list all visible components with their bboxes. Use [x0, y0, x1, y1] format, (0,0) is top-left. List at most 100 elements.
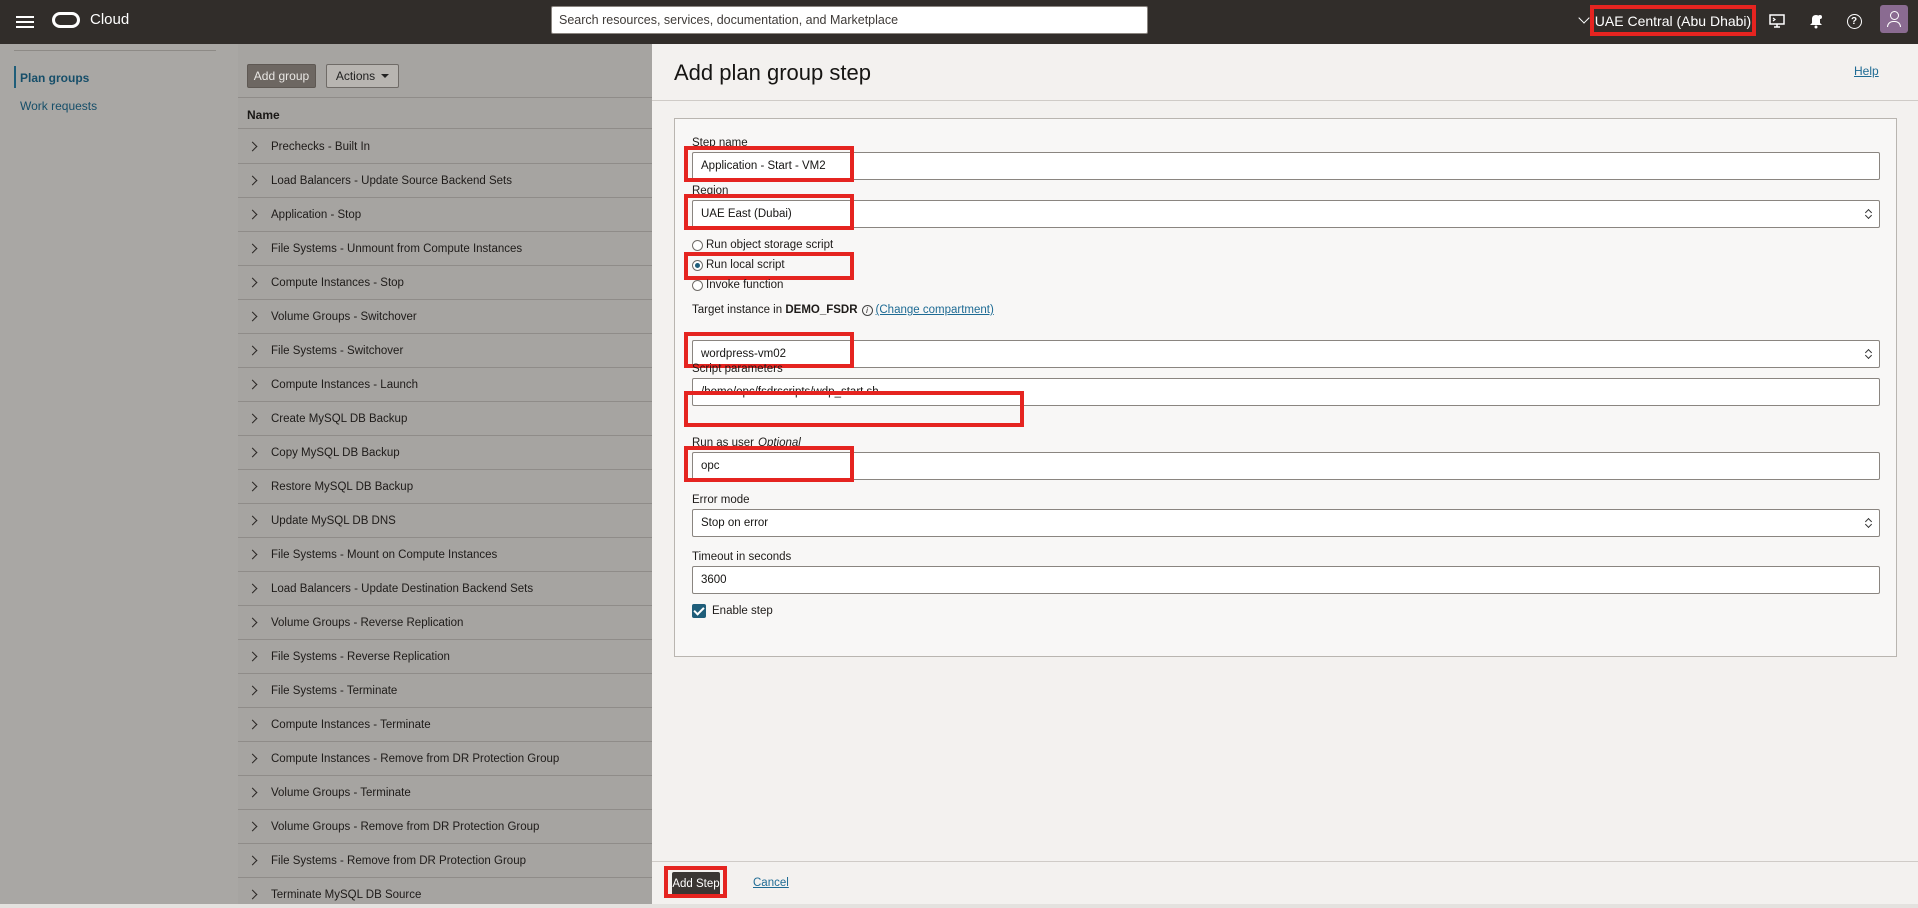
table-row[interactable]: Volume Groups - Terminate — [238, 776, 652, 810]
menu-icon[interactable] — [16, 13, 34, 31]
table-row[interactable]: Prechecks - Built In — [238, 130, 652, 164]
oracle-cloud-logo[interactable]: Cloud — [52, 11, 129, 28]
step-form: Step name Application - Start - VM2 Regi… — [674, 118, 1897, 657]
table-row[interactable]: Volume Groups - Remove from DR Protectio… — [238, 810, 652, 844]
search-input[interactable]: Search resources, services, documentatio… — [551, 6, 1148, 34]
enable-step-checkbox[interactable]: Enable step — [692, 604, 773, 618]
table-row[interactable]: Compute Instances - Remove from DR Prote… — [238, 742, 652, 776]
cloud-shell-icon[interactable] — [1767, 11, 1787, 31]
table-row[interactable]: File Systems - Terminate — [238, 674, 652, 708]
target-label-prefix: Target instance in — [692, 304, 783, 316]
row-name: Restore MySQL DB Backup — [271, 480, 414, 493]
table-row[interactable]: Compute Instances - Launch — [238, 368, 652, 402]
chevron-right-icon[interactable] — [247, 345, 258, 356]
help-icon[interactable]: ? — [1844, 11, 1864, 31]
radio-invoke-function[interactable]: Invoke function — [692, 279, 783, 291]
table-row[interactable]: Application - Stop — [238, 198, 652, 232]
info-icon[interactable]: i — [861, 305, 873, 316]
checkbox-checked-icon[interactable] — [692, 604, 706, 618]
chevron-right-icon[interactable] — [247, 753, 258, 764]
table-row[interactable]: Volume Groups - Switchover — [238, 300, 652, 334]
target-instance-select[interactable]: wordpress-vm02 — [692, 340, 1880, 368]
table-row[interactable]: Load Balancers - Update Destination Back… — [238, 572, 652, 606]
table-row[interactable]: Restore MySQL DB Backup — [238, 470, 652, 504]
chevron-right-icon[interactable] — [247, 685, 258, 696]
table-header-name[interactable]: Name — [238, 97, 652, 129]
chevron-right-icon[interactable] — [247, 209, 258, 220]
radio-label: Run object storage script — [706, 239, 834, 251]
chevron-right-icon[interactable] — [247, 719, 258, 730]
chevron-right-icon[interactable] — [247, 175, 258, 186]
radio-button-selected[interactable] — [692, 259, 703, 271]
chevron-right-icon[interactable] — [247, 583, 258, 594]
chevron-right-icon[interactable] — [247, 413, 258, 424]
user-avatar-icon[interactable] — [1880, 5, 1908, 33]
radio-run-object-storage-script[interactable]: Run object storage script — [692, 239, 833, 251]
chevron-right-icon[interactable] — [247, 515, 258, 526]
change-compartment-link[interactable]: (Change compartment) — [876, 304, 994, 316]
table-row[interactable]: File Systems - Unmount from Compute Inst… — [238, 232, 652, 266]
chevron-right-icon[interactable] — [247, 617, 258, 628]
timeout-input[interactable]: 3600 — [692, 566, 1880, 594]
row-name: Terminate MySQL DB Source — [271, 888, 422, 901]
step-name-input[interactable]: Application - Start - VM2 — [692, 152, 1880, 180]
chevron-right-icon[interactable] — [247, 651, 258, 662]
chevron-right-icon[interactable] — [247, 855, 258, 866]
row-name: File Systems - Remove from DR Protection… — [271, 854, 526, 867]
table-row[interactable]: File Systems - Remove from DR Protection… — [238, 844, 652, 878]
help-link[interactable]: Help — [1854, 64, 1879, 78]
table-row[interactable]: Volume Groups - Reverse Replication — [238, 606, 652, 640]
chevron-right-icon[interactable] — [247, 549, 258, 560]
radio-button[interactable] — [692, 279, 703, 291]
row-name: Volume Groups - Switchover — [271, 310, 417, 323]
row-name: File Systems - Terminate — [271, 684, 398, 697]
region-chevron-icon[interactable] — [1578, 12, 1590, 24]
row-name: Volume Groups - Remove from DR Protectio… — [271, 820, 540, 833]
table-row[interactable]: File Systems - Mount on Compute Instance… — [238, 538, 652, 572]
row-name: Copy MySQL DB Backup — [271, 446, 400, 459]
table-row[interactable]: Update MySQL DB DNS — [238, 504, 652, 538]
add-group-button[interactable]: Add group — [247, 64, 316, 88]
chevron-right-icon[interactable] — [247, 889, 258, 900]
run-as-user-label: Run as user Optional — [692, 437, 801, 449]
radio-run-local-script[interactable]: Run local script — [692, 259, 785, 271]
actions-dropdown-button[interactable]: Actions — [326, 64, 399, 88]
bell-icon[interactable] — [1806, 11, 1826, 31]
row-name: Compute Instances - Terminate — [271, 718, 431, 731]
table-row[interactable]: File Systems - Reverse Replication — [238, 640, 652, 674]
table-row[interactable]: Compute Instances - Stop — [238, 266, 652, 300]
row-name: File Systems - Switchover — [271, 344, 404, 357]
sidebar-item-plan-groups[interactable]: Plan groups — [20, 71, 89, 85]
add-step-button[interactable]: Add Step — [672, 872, 720, 896]
script-parameters-input[interactable]: /home/opc/fsdrscripts/wdp_start.sh — [692, 378, 1880, 406]
table-row[interactable]: Create MySQL DB Backup — [238, 402, 652, 436]
sidebar-item-work-requests[interactable]: Work requests — [20, 99, 97, 113]
radio-label: Invoke function — [706, 279, 784, 291]
table-row[interactable]: File Systems - Switchover — [238, 334, 652, 368]
top-bar: Cloud Search resources, services, docume… — [0, 0, 1918, 44]
chevron-right-icon[interactable] — [247, 277, 258, 288]
chevron-right-icon[interactable] — [247, 311, 258, 322]
chevron-right-icon[interactable] — [247, 379, 258, 390]
row-name: File Systems - Mount on Compute Instance… — [271, 548, 498, 561]
panel-title: Add plan group step — [674, 60, 871, 85]
table-row[interactable]: Load Balancers - Update Source Backend S… — [238, 164, 652, 198]
table-row[interactable]: Compute Instances - Terminate — [238, 708, 652, 742]
table-row[interactable]: Copy MySQL DB Backup — [238, 436, 652, 470]
left-navigation: Plan groups Work requests — [0, 44, 238, 908]
region-select[interactable]: UAE East (Dubai) — [692, 200, 1880, 228]
row-name: File Systems - Reverse Replication — [271, 650, 450, 663]
cancel-link[interactable]: Cancel — [753, 877, 789, 889]
chevron-right-icon[interactable] — [247, 447, 258, 458]
chevron-right-icon[interactable] — [247, 787, 258, 798]
chevron-right-icon[interactable] — [247, 243, 258, 254]
optional-tag: Optional — [758, 437, 801, 449]
error-mode-select[interactable]: Stop on error — [692, 509, 1880, 537]
chevron-right-icon[interactable] — [247, 481, 258, 492]
run-as-user-input[interactable]: opc — [692, 452, 1880, 480]
chevron-right-icon[interactable] — [247, 141, 258, 152]
radio-button[interactable] — [692, 239, 703, 251]
add-plan-group-step-panel: Add plan group step Help Step name Appli… — [652, 44, 1918, 908]
chevron-right-icon[interactable] — [247, 821, 258, 832]
region-selector[interactable]: UAE Central (Abu Dhabi) — [1590, 5, 1756, 36]
